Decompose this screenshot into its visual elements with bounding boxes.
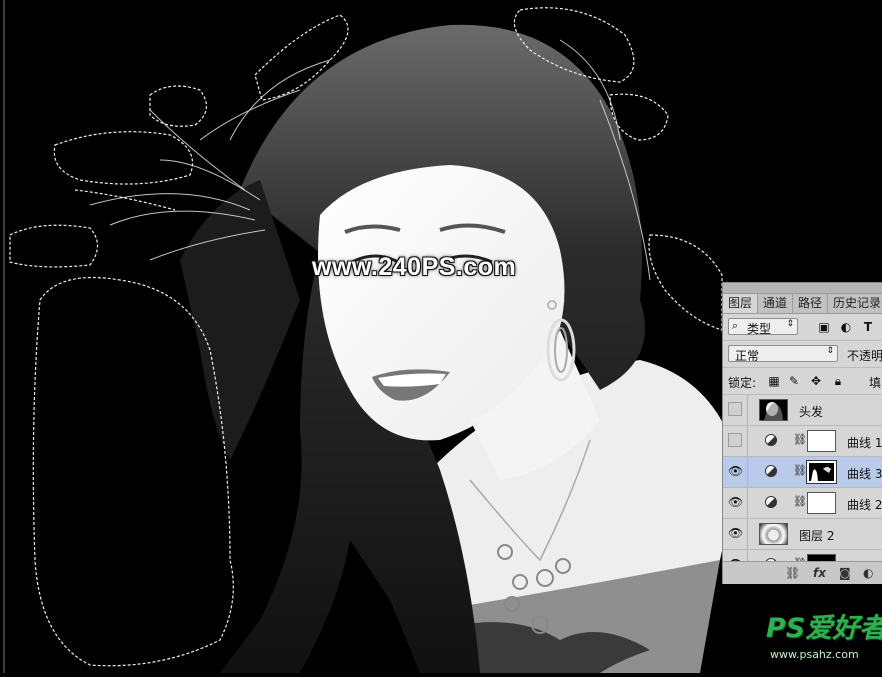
layer-row-curves-3[interactable]: 👁︎ ⛓ 曲线 3 xyxy=(723,457,882,488)
panel-title-strip[interactable] xyxy=(723,283,882,294)
tab-layers[interactable]: 图层 xyxy=(723,294,759,313)
layer-row-hair[interactable]: 头发 xyxy=(723,395,882,426)
fx-button[interactable]: fx xyxy=(813,566,826,580)
eye-icon[interactable]: 👁︎ xyxy=(728,464,743,478)
type-filter-icon[interactable]: T xyxy=(861,320,875,334)
add-mask-icon[interactable]: ◙ xyxy=(839,566,851,580)
portrait-thumbnail-icon xyxy=(764,402,783,420)
site-logo-brand: PS爱好者 xyxy=(766,613,882,644)
link-icon[interactable]: ⛓ xyxy=(793,433,807,446)
layer-name[interactable]: 曲线 1 xyxy=(847,434,882,451)
filter-kind-select[interactable]: ⌕ 类型 ⇕ xyxy=(728,318,798,336)
layer-row-curves-2[interactable]: 👁︎ ⛓ 曲线 2 xyxy=(723,488,882,519)
layer-mask-thumbnail[interactable] xyxy=(807,430,836,452)
layer-thumbnail[interactable] xyxy=(759,523,788,545)
layer-thumbnail[interactable] xyxy=(759,399,788,421)
curves-adjustment-icon xyxy=(765,434,777,446)
site-logo-url: www.psahz.com xyxy=(770,648,859,661)
watermark-text: www.240PS.com xyxy=(312,253,517,281)
layer-name[interactable]: 头发 xyxy=(799,403,823,420)
layer-row-layer-2[interactable]: 👁︎ 图层 2 xyxy=(723,519,882,550)
layer-mask-thumbnail[interactable] xyxy=(806,460,837,484)
adjustment-filter-icon[interactable]: ◐ xyxy=(839,320,853,334)
new-adjustment-icon[interactable]: ◐ xyxy=(863,566,873,580)
visibility-toggle[interactable] xyxy=(728,433,742,447)
curves-adjustment-icon xyxy=(765,465,777,477)
link-icon[interactable]: ⛓ xyxy=(793,464,807,477)
lock-transparency-icon[interactable]: ▦ xyxy=(767,374,781,388)
blend-mode-select[interactable]: 正常 ⇕ xyxy=(728,345,838,363)
lock-all-icon[interactable]: 🔒︎ xyxy=(831,374,845,388)
tab-channels[interactable]: 通道 xyxy=(758,294,794,313)
layer-mask-thumbnail[interactable] xyxy=(807,492,836,514)
panel-tabs: 图层 通道 路径 历史记录 xyxy=(723,294,882,314)
layer-name[interactable]: 曲线 2 xyxy=(847,496,882,513)
fill-label: 填 xyxy=(869,376,882,390)
mask-shape-icon xyxy=(811,467,831,481)
layer-name[interactable]: 曲线 3 xyxy=(847,465,882,482)
lock-brush-icon[interactable]: ✎ xyxy=(787,374,801,388)
layer-name[interactable]: 图层 2 xyxy=(799,527,834,544)
opacity-label: 不透明 xyxy=(847,349,882,363)
tab-paths[interactable]: 路径 xyxy=(793,294,829,313)
link-icon[interactable]: ⛓ xyxy=(793,495,807,508)
updown-arrow-icon: ⇕ xyxy=(786,319,794,329)
layer-filter-row: ⌕ 类型 ⇕ ▣ ◐ T xyxy=(723,314,882,341)
lock-move-icon[interactable]: ✥ xyxy=(809,374,823,388)
tab-history[interactable]: 历史记录 xyxy=(828,294,882,313)
eye-icon[interactable]: 👁︎ xyxy=(728,495,743,509)
filter-kind-label: 类型 xyxy=(747,322,772,336)
image-filter-icon[interactable]: ▣ xyxy=(817,320,831,334)
search-icon: ⌕ xyxy=(732,319,739,332)
layers-panel: 图层 通道 路径 历史记录 ⌕ 类型 ⇕ ▣ ◐ T 正常 ⇕ 不透明 锁定: … xyxy=(722,282,882,584)
layer-row-curves-1[interactable]: ⛓ 曲线 1 xyxy=(723,426,882,457)
curves-adjustment-icon xyxy=(765,496,777,508)
visibility-toggle[interactable] xyxy=(728,402,742,416)
updown-arrow-icon: ⇕ xyxy=(826,346,834,356)
lock-row: 锁定: ▦ ✎ ✥ 🔒︎ 填 xyxy=(723,368,882,395)
blend-mode-value: 正常 xyxy=(735,349,760,363)
eye-icon[interactable]: 👁︎ xyxy=(728,526,743,540)
panel-bottom-toolbar: ⛓ fx ◙ ◐ xyxy=(723,561,882,584)
link-layers-icon[interactable]: ⛓ xyxy=(785,566,800,580)
site-logo: PS爱好者 www.psahz.com xyxy=(766,604,882,668)
lock-label: 锁定: xyxy=(728,376,757,390)
blend-mode-row: 正常 ⇕ 不透明 xyxy=(723,341,882,368)
